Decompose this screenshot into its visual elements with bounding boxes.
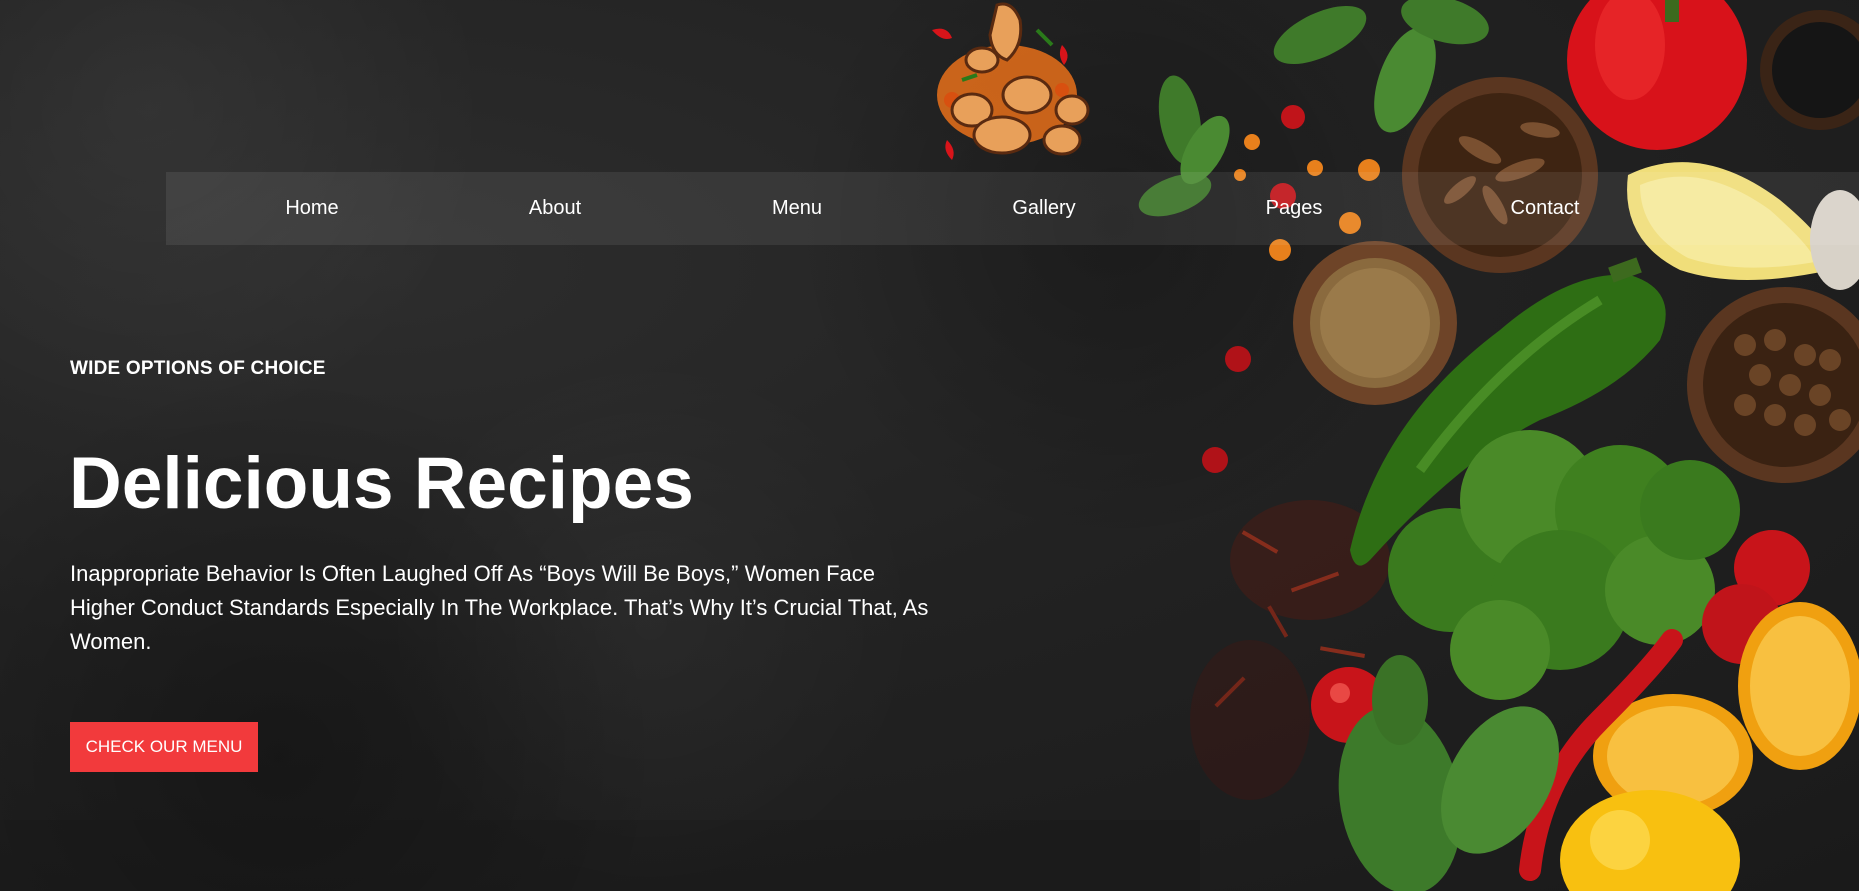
nav-item-pages[interactable]: Pages: [1266, 172, 1323, 245]
nav-item-home[interactable]: Home: [285, 172, 338, 245]
hero-description: Inappropriate Behavior Is Often Laughed …: [70, 561, 929, 654]
food-logo-icon[interactable]: [912, 0, 1102, 168]
check-menu-button[interactable]: CHECK OUR MENU: [70, 722, 258, 772]
main-navigation: Home About Menu Gallery Pages Contact: [166, 172, 1859, 245]
nav-item-about[interactable]: About: [529, 172, 581, 245]
hero-eyebrow: WIDE OPTIONS OF CHOICE: [70, 358, 326, 379]
nav-item-contact[interactable]: Contact: [1511, 172, 1580, 245]
nav-item-menu[interactable]: Menu: [772, 172, 822, 245]
hero-title: Delicious Recipes: [69, 443, 694, 524]
nav-item-gallery[interactable]: Gallery: [1012, 172, 1075, 245]
hero-section: Home About Menu Gallery Pages Contact WI…: [0, 0, 1859, 891]
